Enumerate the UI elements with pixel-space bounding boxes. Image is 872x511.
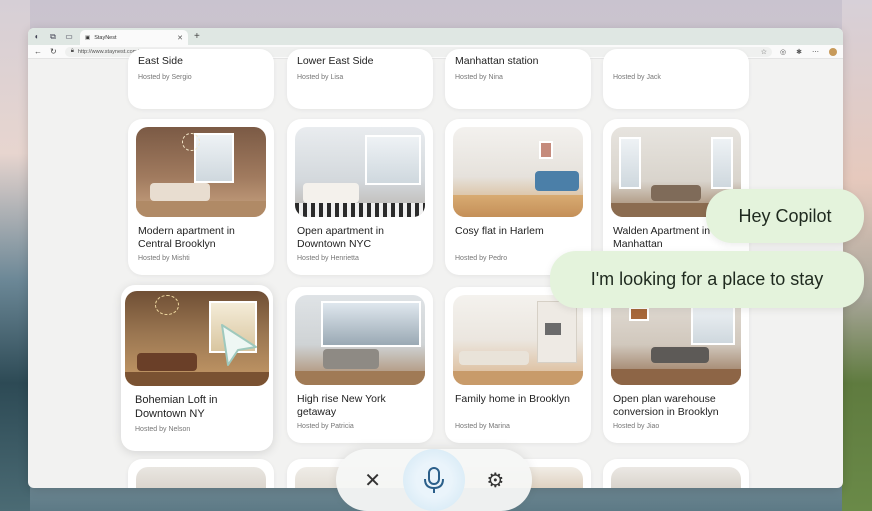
listing-card[interactable]: Modern apartment in Central Brooklyn Hos… [128, 119, 274, 275]
listing-photo [611, 467, 741, 488]
extensions-icon[interactable]: ✱ [796, 48, 802, 56]
listing-host: Hosted by Pedro [455, 255, 508, 262]
chat-bubble-text: I'm looking for a place to stay [590, 269, 824, 289]
tab-title: StayNest [94, 34, 117, 41]
listing-photo [136, 127, 266, 217]
listing-title: Manhattan station [455, 55, 539, 67]
tab-favicon-icon: ▣ [85, 34, 91, 41]
pointer-cursor-icon [221, 324, 257, 366]
listing-title: Open plan warehouse conversion in Brookl… [613, 393, 719, 418]
microphone-button[interactable] [402, 449, 465, 511]
chat-bubble-user: Hey Copilot [706, 189, 864, 243]
listing-title: Family home in Brooklyn [455, 393, 570, 405]
copilot-icon[interactable]: ◎ [780, 48, 786, 56]
close-icon[interactable]: ✕ [358, 468, 388, 493]
listing-card[interactable] [603, 459, 749, 488]
listing-card-selected[interactable]: Bohemian Loft in Downtown NY Hosted by N… [121, 285, 273, 451]
workspaces-icon[interactable]: ⧉ [48, 32, 58, 42]
listing-host: Hosted by Jack [613, 74, 661, 81]
back-icon[interactable]: ← [34, 47, 42, 56]
listing-title: Open apartment in Downtown NYC [297, 225, 384, 250]
listing-card[interactable]: Open apartment in Downtown NYC Hosted by… [287, 119, 433, 275]
listing-host: Hosted by Nina [455, 74, 503, 81]
listing-card[interactable]: Family home in Brooklyn Hosted by Marina [445, 287, 591, 443]
chat-bubble-text: Hey Copilot [738, 205, 832, 226]
listing-photo [136, 467, 266, 488]
listing-title: Lower East Side [297, 55, 374, 67]
listing-card[interactable]: Open plan warehouse conversion in Brookl… [603, 287, 749, 443]
listing-host: Hosted by Mishti [138, 255, 190, 262]
listing-title: East Side [138, 55, 183, 67]
listing-photo [295, 295, 425, 385]
listing-photo [453, 295, 583, 385]
listing-host: Hosted by Henrietta [297, 255, 359, 262]
refresh-icon[interactable]: ↻ [50, 47, 57, 56]
tab-close-icon[interactable]: ✕ [177, 34, 183, 42]
listing-card[interactable]: High rise New York getaway Hosted by Pat… [287, 287, 433, 443]
more-menu-icon[interactable]: ⋯ [812, 48, 819, 56]
chat-bubble-user: I'm looking for a place to stay [550, 251, 864, 308]
listing-host: Hosted by Patricia [297, 423, 354, 430]
voice-control-bar: ✕ ⚙ [336, 449, 532, 511]
listing-host: Hosted by Marina [455, 423, 510, 430]
microphone-icon [423, 467, 444, 493]
listing-title: Bohemian Loft in Downtown NY [135, 394, 218, 420]
listing-host: Hosted by Lisa [297, 74, 344, 81]
profile-avatar[interactable] [829, 47, 837, 56]
new-tab-icon[interactable]: + [194, 31, 200, 42]
tab-actions-icon[interactable]: ▭ [64, 32, 74, 41]
listing-card[interactable]: Hosted by Jack [603, 49, 749, 109]
listing-card[interactable] [128, 459, 274, 488]
listing-title: High rise New York getaway [297, 393, 386, 418]
listing-title: Cosy flat in Harlem [455, 225, 544, 237]
lock-icon: 🔒︎ [70, 48, 74, 54]
listing-card[interactable]: Manhattan station Hosted by Nina [445, 49, 591, 109]
tab-staynest[interactable]: ▣ StayNest ✕ [80, 30, 188, 45]
listing-host: Hosted by Nelson [135, 426, 191, 433]
gear-icon[interactable]: ⚙ [480, 468, 510, 493]
listing-card[interactable]: Lower East Side Hosted by Lisa [287, 49, 433, 109]
listing-host: Hosted by Sergio [138, 74, 192, 81]
listing-photo [295, 127, 425, 217]
listing-card[interactable]: East Side Hosted by Sergio [128, 49, 274, 109]
listing-photo [611, 295, 741, 385]
favorite-star-icon[interactable]: ☆ [761, 48, 772, 56]
tab-bar: ◐ ⧉ ▭ ▣ StayNest ✕ + [28, 28, 843, 45]
listing-host: Hosted by Jiao [613, 423, 660, 430]
desktop-wallpaper-left [0, 0, 30, 511]
listing-photo [453, 127, 583, 217]
listing-title: Modern apartment in Central Brooklyn [138, 225, 235, 250]
browser-logo-icon[interactable]: ◐ [32, 32, 42, 41]
